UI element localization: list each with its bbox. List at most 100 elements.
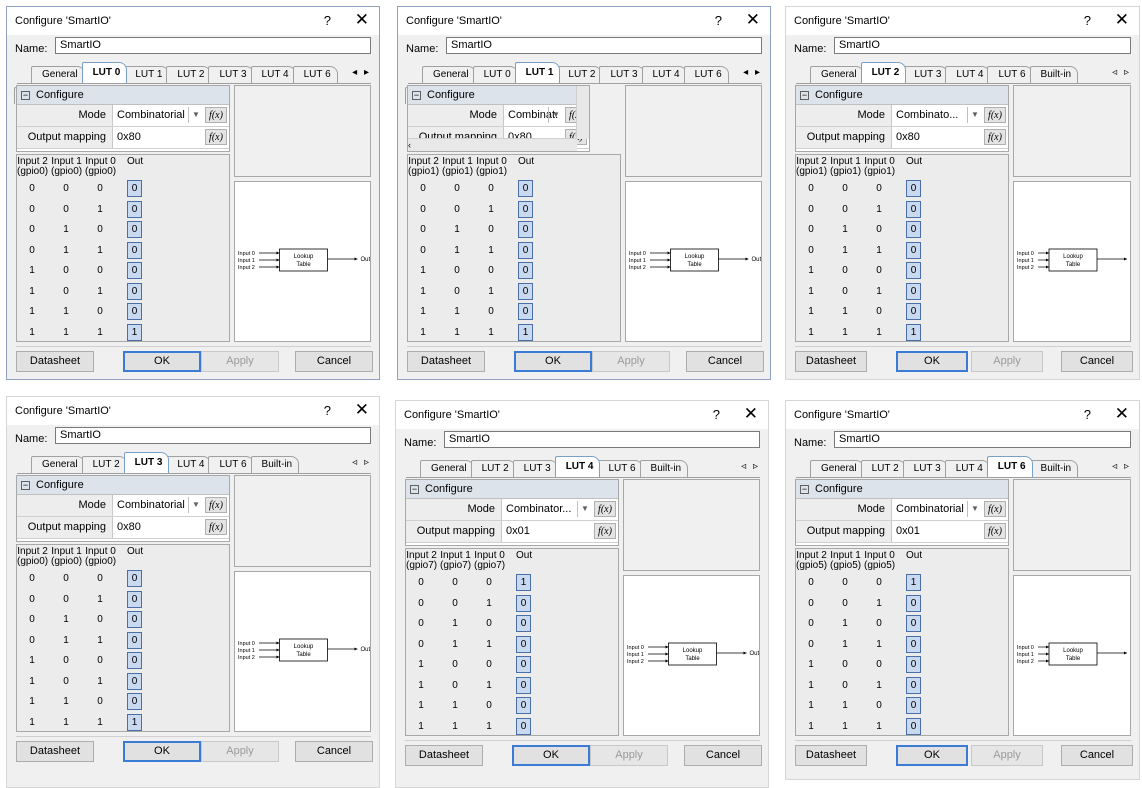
- out-value-cell[interactable]: 0: [127, 200, 142, 218]
- tab-scroll-arrows[interactable]: ◂ ▸: [352, 67, 371, 78]
- tab-scroll-arrows[interactable]: ◂ ▸: [743, 67, 762, 78]
- mode-select[interactable]: Combinatorial: [117, 105, 199, 126]
- tab-general[interactable]: General: [810, 460, 864, 477]
- name-input[interactable]: SmartIO: [55, 427, 371, 444]
- out-value-cell[interactable]: 0: [127, 693, 142, 710]
- tab-lut-2[interactable]: LUT 2: [166, 66, 212, 83]
- configure-header[interactable]: − Configure: [17, 86, 229, 105]
- ok-button[interactable]: OK: [896, 745, 968, 766]
- tab-built-in[interactable]: Built-in: [1029, 66, 1079, 83]
- out-value-cell[interactable]: 0: [127, 180, 142, 197]
- out-value-cell[interactable]: 0: [906, 697, 921, 714]
- out-value-cell[interactable]: 0: [906, 676, 921, 694]
- out-value-cell[interactable]: 0: [127, 631, 142, 649]
- cancel-button[interactable]: Cancel: [684, 745, 762, 766]
- out-value-cell[interactable]: 0: [516, 656, 531, 673]
- out-value-cell[interactable]: 0: [518, 282, 533, 300]
- tab-lut-4[interactable]: LUT 4: [945, 66, 991, 83]
- tab-built-in[interactable]: Built-in: [1029, 460, 1079, 477]
- tab-general[interactable]: General: [810, 66, 864, 83]
- tab-lut-4[interactable]: LUT 4: [250, 66, 296, 83]
- mode-select[interactable]: Combinato...: [896, 105, 978, 126]
- configure-header[interactable]: − Configure: [408, 86, 589, 105]
- close-icon[interactable]: ✕: [355, 400, 369, 420]
- output-mapping-fx-button[interactable]: f(x): [984, 129, 1006, 145]
- output-mapping-fx-button[interactable]: f(x): [205, 519, 227, 535]
- datasheet-button[interactable]: Datasheet: [16, 741, 94, 762]
- datasheet-button[interactable]: Datasheet: [16, 351, 94, 372]
- cancel-button[interactable]: Cancel: [295, 741, 373, 762]
- out-value-cell[interactable]: 0: [906, 594, 921, 612]
- chevron-down-icon[interactable]: ▼: [188, 497, 203, 513]
- out-value-cell[interactable]: 0: [516, 594, 531, 612]
- tab-lut-2[interactable]: LUT 2: [557, 66, 603, 83]
- tab-built-in[interactable]: Built-in: [250, 456, 300, 473]
- out-value-cell[interactable]: 0: [127, 672, 142, 690]
- out-value-cell[interactable]: 0: [906, 282, 921, 300]
- configure-header[interactable]: − Configure: [796, 86, 1008, 105]
- out-value-cell[interactable]: 0: [518, 262, 533, 279]
- tab-lut-3[interactable]: LUT 3: [208, 66, 254, 83]
- out-value-cell[interactable]: 0: [906, 717, 921, 735]
- collapse-icon[interactable]: −: [800, 484, 809, 494]
- datasheet-button[interactable]: Datasheet: [795, 351, 867, 372]
- out-value-cell[interactable]: 0: [906, 656, 921, 673]
- tab-lut-6[interactable]: LUT 6: [208, 456, 254, 473]
- chevron-down-icon[interactable]: ▼: [967, 107, 982, 123]
- datasheet-button[interactable]: Datasheet: [407, 351, 485, 372]
- out-value-cell[interactable]: 0: [906, 221, 921, 238]
- cancel-button[interactable]: Cancel: [1061, 351, 1133, 372]
- close-icon[interactable]: ✕: [355, 10, 369, 30]
- collapse-icon[interactable]: −: [21, 480, 30, 490]
- output-mapping-input[interactable]: 0x80: [896, 127, 978, 148]
- tab-lut-1[interactable]: LUT 1: [514, 62, 561, 83]
- mode-fx-button[interactable]: f(x): [205, 497, 227, 513]
- ok-button[interactable]: OK: [512, 745, 590, 766]
- out-value-cell[interactable]: 1: [518, 323, 533, 341]
- out-value-cell[interactable]: 0: [518, 180, 533, 197]
- output-mapping-input[interactable]: 0x01: [506, 521, 588, 542]
- configure-header[interactable]: − Configure: [406, 480, 618, 499]
- datasheet-button[interactable]: Datasheet: [795, 745, 867, 766]
- out-value-cell[interactable]: 0: [906, 241, 921, 259]
- tab-lut-2[interactable]: LUT 2: [470, 460, 516, 477]
- chevron-down-icon[interactable]: ▼: [188, 107, 203, 123]
- tab-lut-0[interactable]: LUT 0: [81, 62, 128, 83]
- configure-header[interactable]: − Configure: [17, 476, 229, 495]
- ok-button[interactable]: OK: [514, 351, 592, 372]
- tab-lut-3[interactable]: LUT 3: [599, 66, 645, 83]
- tab-lut-0[interactable]: LUT 0: [472, 66, 518, 83]
- close-icon[interactable]: ✕: [1115, 10, 1129, 30]
- help-button[interactable]: ?: [715, 13, 722, 28]
- help-button[interactable]: ?: [713, 407, 720, 422]
- cancel-button[interactable]: Cancel: [1061, 745, 1133, 766]
- tab-scroll-arrows[interactable]: ◃ ▹: [1112, 67, 1131, 78]
- tab-lut-1[interactable]: LUT 1: [124, 66, 170, 83]
- tab-lut-6[interactable]: LUT 6: [986, 456, 1033, 477]
- out-value-cell[interactable]: 0: [127, 241, 142, 259]
- horizontal-scrollbar[interactable]: ‹: [408, 138, 577, 151]
- out-value-cell[interactable]: 1: [906, 323, 921, 341]
- out-value-cell[interactable]: 1: [127, 713, 142, 731]
- collapse-icon[interactable]: −: [410, 484, 419, 494]
- output-mapping-fx-button[interactable]: f(x): [205, 129, 227, 145]
- out-value-cell[interactable]: 0: [906, 303, 921, 320]
- out-value-cell[interactable]: 0: [516, 615, 531, 632]
- tab-lut-4[interactable]: LUT 4: [641, 66, 687, 83]
- out-value-cell[interactable]: 0: [127, 282, 142, 300]
- out-value-cell[interactable]: 0: [516, 717, 531, 735]
- chevron-down-icon[interactable]: ▼: [577, 501, 592, 517]
- out-value-cell[interactable]: 0: [906, 615, 921, 632]
- tab-lut-4[interactable]: LUT 4: [166, 456, 212, 473]
- name-input[interactable]: SmartIO: [834, 431, 1131, 448]
- mode-select[interactable]: Combinator...: [506, 499, 588, 520]
- out-value-cell[interactable]: 0: [906, 180, 921, 197]
- tab-lut-3[interactable]: LUT 3: [902, 460, 948, 477]
- cancel-button[interactable]: Cancel: [295, 351, 373, 372]
- ok-button[interactable]: OK: [896, 351, 968, 372]
- collapse-icon[interactable]: −: [412, 90, 421, 100]
- out-value-cell[interactable]: 0: [127, 262, 142, 279]
- output-mapping-input[interactable]: 0x01: [896, 521, 978, 542]
- out-value-cell[interactable]: 0: [518, 221, 533, 238]
- tab-scroll-arrows[interactable]: ◃ ▹: [1112, 461, 1131, 472]
